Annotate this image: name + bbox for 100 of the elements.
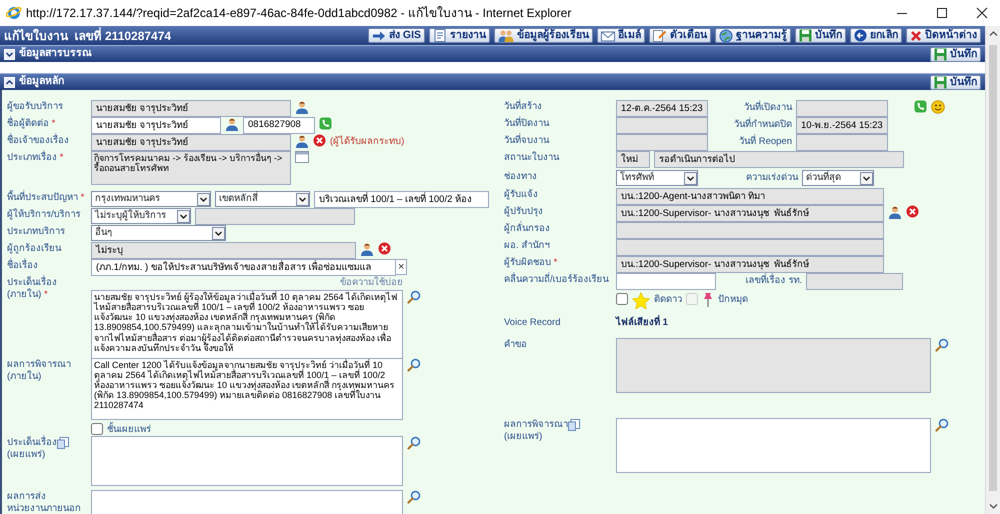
section-header[interactable]: ข้อมูลหลัก บันทึก	[0, 73, 985, 90]
text-field[interactable]: นายสมชัย จารุประวิทย์	[91, 117, 221, 134]
note-text: (ผู้ได้รับผลกระทบ)	[330, 134, 404, 149]
person-icon[interactable]	[360, 242, 374, 256]
section-header[interactable]: ข้อมูลสารบรรณ บันทึก	[0, 45, 985, 62]
text-field[interactable]: ไม่ระบุ	[91, 242, 356, 259]
people-icon	[498, 29, 514, 42]
caret-icon[interactable]	[296, 192, 309, 206]
phone-icon[interactable]	[319, 117, 332, 130]
delete-icon[interactable]	[906, 205, 919, 218]
search-icon[interactable]	[407, 490, 421, 504]
toolbar-button[interactable]: ยกเลิก	[850, 28, 902, 43]
mail-icon	[601, 30, 615, 42]
text-field[interactable]: (ภภ.1/กทม. ) ขอให้ประสานบริษัทเจ้าของสายสื่อสาร เพื่อซ่อมแซมแล	[91, 259, 396, 276]
text-field[interactable]: รอดำเนินการต่อไป	[654, 151, 904, 168]
checkbox[interactable]	[91, 423, 103, 435]
text-field[interactable]: นายสมชัย จารุประวิทย์	[91, 100, 291, 117]
toolbar-button[interactable]: อีเมล์	[597, 28, 645, 43]
copy-icon[interactable]	[57, 437, 69, 449]
toolbar-button[interactable]: ปิดหน้าต่าง	[906, 28, 981, 43]
checkbox-label: ชั้นเผยแพร่	[107, 422, 151, 437]
search-icon[interactable]	[407, 358, 421, 372]
caret-icon[interactable]	[684, 172, 697, 184]
checkbox-label: ติดดาว	[654, 293, 682, 307]
text-field[interactable]: 0816827908	[243, 117, 315, 134]
smiley-icon[interactable]	[931, 100, 945, 114]
field-label: เลขที่เรื่อง รท.	[744, 273, 802, 288]
file-link[interactable]: ไฟล์เสียงที่ 1	[616, 316, 668, 330]
text-field[interactable]: นายสมชัย จารุประวิทย์	[91, 134, 291, 151]
search-icon[interactable]	[935, 418, 949, 432]
toolbar-button[interactable]: ตัวเตือน	[649, 28, 711, 43]
text-field[interactable]: บน.:1200-Agent-นางสาวพนิดา ทิมา	[616, 188, 884, 205]
close-icon[interactable]	[976, 7, 988, 19]
field-label: ประเภทเรื่อง *	[7, 152, 64, 163]
text-field[interactable]	[616, 273, 716, 290]
scrollbar-thumb[interactable]	[989, 45, 997, 491]
field-label: ชื่อเจ้าของเรื่อง	[7, 135, 69, 146]
text-field[interactable]: 10-พ.ย.-2564 15:23	[796, 117, 888, 134]
delete-icon[interactable]	[313, 134, 326, 147]
toolbar-button[interactable]: ส่ง GIS	[368, 28, 425, 43]
note-icon	[653, 29, 667, 42]
text-field[interactable]	[796, 134, 888, 151]
person-icon[interactable]	[295, 100, 309, 114]
field-label: ผู้รับผิดชอบ *	[504, 257, 558, 268]
person-icon[interactable]	[225, 117, 239, 131]
dropdown[interactable]: เขตหลักสี่	[215, 191, 310, 207]
caret-icon[interactable]	[860, 172, 873, 184]
dropdown[interactable]: ด่วนที่สุด	[802, 170, 874, 186]
toolbar-button[interactable]: รายงาน	[429, 28, 490, 43]
person-icon[interactable]	[295, 134, 309, 148]
maximize-icon[interactable]	[936, 7, 948, 19]
text-field[interactable]	[806, 273, 903, 290]
search-icon[interactable]	[407, 290, 421, 304]
page-title: แก้ไขใบงาน เลขที่ 2110287474	[4, 26, 172, 44]
globe-icon	[719, 28, 733, 42]
search-icon[interactable]	[935, 338, 949, 352]
dropdown[interactable]: โทรศัพท์	[616, 170, 698, 186]
field-label: วันที่ Reopen	[738, 134, 792, 149]
text-area[interactable]: Call Center 1200 ได้รับแจ้งข้อมูลจากนายสมชัย จารุประวิทย์ ว่าเมื่อวันที่ 10 ตุลาคม 2564 ได้เกิดเหตุไฟไหม้สายสื่อสารบริเวณเลขที่ 100/1 – เลขที่ 100/2 ห้องอาหารแพรว ซอยแจ้งวัฒนะ 10 แขวงทุ่งสองห้อง เขตหลักสี่ กรุงเทพมหานคร (พิกัด 13.8909854,100.579499) หมายเลขติดต่อ 0816827908 เลขที่ใบงาน 2110287474	[91, 358, 403, 420]
text-field[interactable]	[616, 222, 884, 239]
document-icon	[433, 29, 447, 42]
text-field[interactable]	[616, 134, 708, 151]
caret-icon[interactable]	[177, 210, 190, 222]
text-field[interactable]: บริเวณเลขที่ 100/1 – เลขที่ 100/2 ห้อง	[314, 191, 489, 208]
phone-icon[interactable]	[914, 100, 927, 113]
field-label: Voice Record	[504, 317, 561, 328]
text-area[interactable]	[616, 418, 931, 473]
save-button[interactable]: บันทึก	[930, 74, 981, 90]
text-area[interactable]	[91, 436, 403, 486]
search-icon[interactable]	[407, 436, 421, 450]
caret-icon[interactable]	[212, 226, 225, 240]
dropdown[interactable]: อื่นๆ	[91, 225, 226, 241]
toolbar-button[interactable]: ข้อมูลผู้ร้องเรียน	[494, 28, 593, 43]
text-area[interactable]: กิจการโทรคมนาคม -> ร้องเรียน -> บริการอื่นๆ -> รื้อถอนสายโทรศัพท	[91, 151, 291, 185]
text-field[interactable]	[616, 117, 708, 134]
dropdown[interactable]: ไม่ระบุผู้ให้บริการ	[91, 208, 191, 224]
dropdown[interactable]: กรุงเทพมหานคร	[91, 191, 211, 207]
window-icon[interactable]	[295, 151, 309, 163]
caret-icon[interactable]	[197, 192, 210, 206]
common-text-link[interactable]: ข้อความใช้บ่อย	[340, 276, 403, 290]
text-field[interactable]: บน.:1200-Supervisor- นางสาวนงนุช พันธ์รักษ์	[616, 205, 884, 222]
clear-button[interactable]: ×	[396, 259, 408, 275]
text-field[interactable]: บน.:1200-Supervisor- นางสาวนงนุช พันธ์รักษ์	[616, 256, 884, 273]
delete-icon[interactable]	[378, 242, 391, 255]
save-button[interactable]: บันทึก	[930, 46, 981, 62]
collapse-icon[interactable]	[4, 76, 15, 88]
checkbox[interactable]	[616, 293, 628, 305]
text-field[interactable]: 12-ต.ค.-2564 15:23	[616, 100, 708, 117]
pin-icon	[702, 292, 714, 308]
field-label: สถานะใบงาน	[504, 152, 559, 163]
text-field[interactable]: ใหม่	[616, 151, 650, 168]
text-field[interactable]	[616, 239, 884, 256]
text-field[interactable]	[796, 100, 888, 117]
toolbar-button[interactable]: บันทึก	[795, 28, 846, 43]
field-label: ผลการพิจารณา	[504, 419, 568, 430]
copy-icon[interactable]	[568, 419, 580, 431]
person-icon[interactable]	[888, 205, 902, 219]
expand-icon[interactable]	[4, 48, 15, 60]
toolbar-button[interactable]: ฐานความรู้	[715, 28, 791, 43]
text-field[interactable]	[195, 208, 355, 225]
